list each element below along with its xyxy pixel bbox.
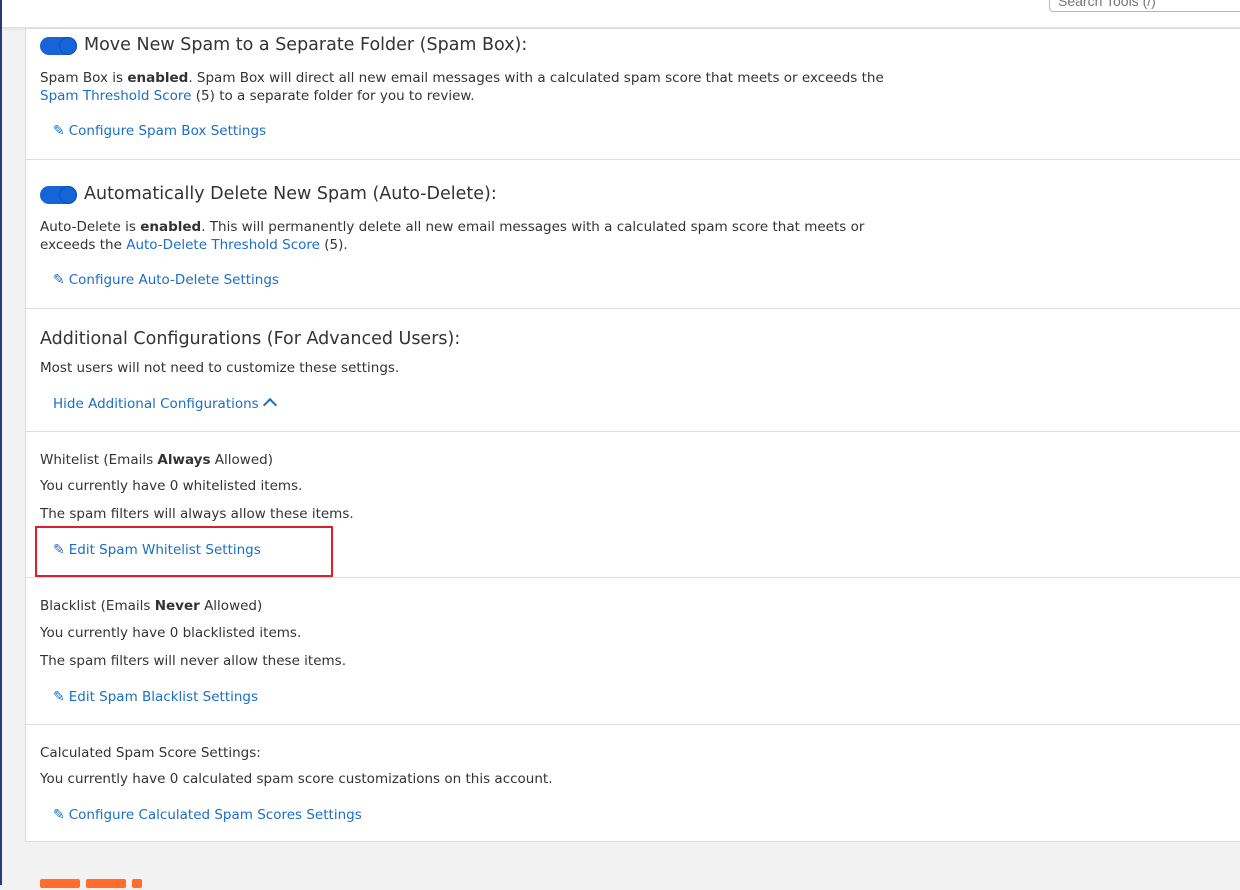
left-border [0, 0, 2, 885]
hide-additional-config-link[interactable]: Hide Additional Configurations [53, 396, 277, 413]
configure-spam-scores-link[interactable]: ✎ Configure Calculated Spam Scores Settin… [53, 807, 362, 823]
additional-config-title: Additional Configurations (For Advanced … [40, 329, 461, 349]
auto-delete-threshold-link[interactable]: Auto-Delete Threshold Score [126, 237, 320, 253]
auto-delete-description: Auto-Delete is enabled. This will perman… [40, 219, 865, 253]
whitelist-description: The spam filters will always allow these… [40, 506, 354, 522]
additional-config-description: Most users will not need to customize th… [40, 360, 400, 376]
search-tools-input[interactable] [1049, 0, 1240, 12]
auto-delete-section: Automatically Delete New Spam (Auto-Dele… [26, 160, 1240, 309]
blacklist-section: Blacklist (Emails Never Allowed) You cur… [26, 578, 1240, 725]
configure-auto-delete-link[interactable]: ✎ Configure Auto-Delete Settings [53, 272, 279, 288]
edit-whitelist-link[interactable]: ✎ Edit Spam Whitelist Settings [53, 542, 261, 558]
spam-box-status: enabled [127, 70, 189, 86]
top-bar [2, 0, 1240, 28]
spam-scores-label: Calculated Spam Score Settings: [40, 745, 261, 761]
spam-settings-panel: Move New Spam to a Separate Folder (Spam… [25, 28, 1240, 842]
whitelist-count: You currently have 0 whitelisted items. [40, 478, 303, 494]
spam-threshold-score-link[interactable]: Spam Threshold Score [40, 88, 192, 104]
spam-box-toggle[interactable] [40, 37, 77, 55]
whitelist-label: Whitelist (Emails Always Allowed) [40, 452, 273, 468]
blacklist-label: Blacklist (Emails Never Allowed) [40, 598, 263, 614]
spam-box-title: Move New Spam to a Separate Folder (Spam… [84, 35, 528, 55]
auto-delete-status: enabled [140, 219, 202, 235]
partial-logo-graphic [40, 876, 150, 890]
configure-spam-box-link[interactable]: ✎ Configure Spam Box Settings [53, 123, 266, 139]
whitelist-section: Whitelist (Emails Always Allowed) You cu… [26, 432, 1240, 578]
pencil-icon: ✎ [53, 807, 65, 823]
spam-box-section: Move New Spam to a Separate Folder (Spam… [26, 29, 1240, 160]
pencil-icon: ✎ [53, 272, 65, 288]
additional-config-section: Additional Configurations (For Advanced … [26, 309, 1240, 432]
blacklist-description: The spam filters will never allow these … [40, 653, 347, 669]
spam-scores-section: Calculated Spam Score Settings: You curr… [26, 725, 1240, 843]
auto-delete-title: Automatically Delete New Spam (Auto-Dele… [84, 184, 497, 204]
edit-blacklist-link[interactable]: ✎ Edit Spam Blacklist Settings [53, 689, 258, 705]
pencil-icon: ✎ [53, 123, 65, 139]
spam-box-description: Spam Box is enabled. Spam Box will direc… [40, 70, 884, 104]
auto-delete-toggle[interactable] [40, 186, 77, 204]
chevron-up-icon [262, 397, 277, 413]
pencil-icon: ✎ [53, 542, 65, 558]
blacklist-count: You currently have 0 blacklisted items. [40, 625, 302, 641]
spam-scores-count: You currently have 0 calculated spam sco… [40, 771, 553, 787]
pencil-icon: ✎ [53, 689, 65, 705]
